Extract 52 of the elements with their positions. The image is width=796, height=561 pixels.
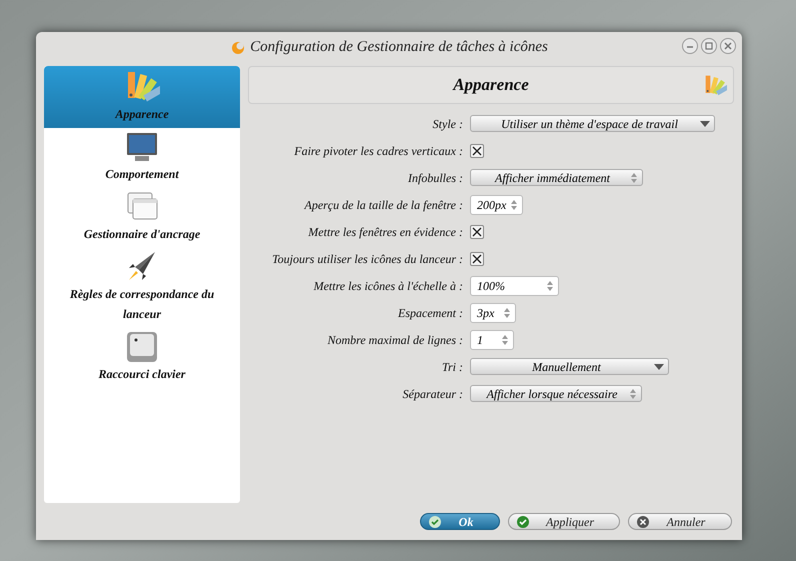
close-icon — [724, 42, 732, 50]
setting-label: Aperçu de la taille de la fenêtre : — [303, 196, 464, 214]
spin-arrows-icon — [503, 306, 511, 318]
sidebar-item[interactable]: Raccourci clavier — [44, 328, 240, 388]
check-icon — [429, 516, 441, 528]
close-button[interactable] — [720, 38, 736, 54]
spin-arrows-icon — [629, 388, 637, 400]
apply-button[interactable]: Appliquer — [508, 513, 620, 530]
checkbox[interactable] — [470, 144, 484, 158]
dropdown[interactable]: Utiliser un thème d'espace de travail — [470, 115, 715, 132]
ok-button[interactable]: Ok — [420, 513, 500, 530]
maximize-icon — [705, 42, 713, 50]
color-palette-icon — [703, 73, 727, 97]
checkbox[interactable] — [470, 224, 484, 238]
checkbox[interactable] — [470, 252, 484, 266]
spin-box[interactable]: 3px — [470, 302, 516, 322]
minimize-button[interactable] — [682, 38, 698, 54]
setting-label: Mettre les icônes à l'échelle à : — [312, 278, 464, 294]
maximize-button[interactable] — [701, 38, 717, 54]
dropdown[interactable]: Manuellement — [470, 358, 669, 375]
key-icon — [125, 330, 159, 364]
spin-box[interactable]: 100% — [470, 276, 559, 296]
cancel-button[interactable]: Annuler — [628, 513, 732, 530]
setting-label: Faire pivoter les cadres verticaux : — [293, 142, 464, 160]
setting-label: Espacement : — [397, 304, 464, 322]
monitor-icon — [125, 130, 159, 164]
app-icon — [230, 39, 246, 55]
setting-label: Nombre maximal de lignes : — [326, 332, 464, 348]
cancel-icon — [637, 516, 649, 528]
page-title: Apparence — [453, 74, 529, 96]
dropdown-arrow-icon — [654, 364, 664, 370]
dropdown[interactable]: Afficher lorsque nécessaire — [470, 385, 642, 402]
dropdown-arrow-icon — [700, 120, 710, 126]
setting-label: Toujours utiliser les icônes du lanceur : — [271, 250, 464, 268]
setting-label: Style : — [432, 116, 464, 132]
spin-arrows-icon — [501, 334, 509, 346]
sidebar-item[interactable]: Gestionnaire d'ancrage — [44, 188, 240, 248]
spin-arrows-icon — [546, 280, 554, 292]
sidebar-item[interactable]: Apparence — [44, 66, 240, 128]
spin-arrows-icon — [510, 198, 518, 210]
setting-label: Infobulles : — [407, 170, 464, 186]
spin-box[interactable]: 200px — [470, 194, 523, 214]
window-title: Configuration de Gestionnaire de tâches à icônes — [250, 38, 548, 57]
check-icon — [517, 516, 529, 528]
sidebar-item[interactable]: Règles de correspondance du lanceur — [44, 248, 240, 328]
spin-arrows-icon — [630, 172, 638, 184]
setting-label: Séparateur : — [402, 386, 464, 402]
setting-label: Tri : — [440, 358, 464, 376]
spin-box[interactable]: 1 — [470, 330, 514, 350]
dropdown[interactable]: Afficher immédiatement — [470, 169, 643, 186]
sidebar-item[interactable]: Comportement — [44, 128, 240, 188]
setting-label: Mettre les fenêtres en évidence : — [307, 224, 464, 240]
